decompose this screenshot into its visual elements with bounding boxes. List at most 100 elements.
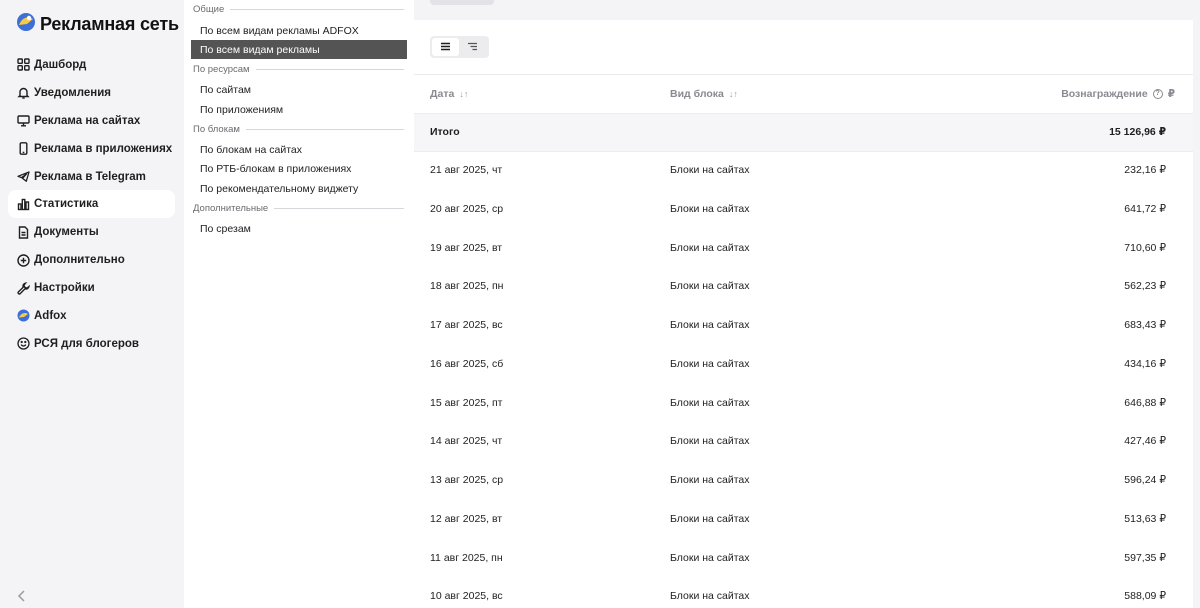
row-block-type: Блоки на сайтах [670,396,750,409]
table-row[interactable]: 15 авг 2025, пт Блоки на сайтах 646,88 ₽ [414,385,1193,424]
menu-item-by-sites[interactable]: По сайтам [191,80,407,99]
menu-item-adfox-all[interactable]: По всем видам рекламы ADFOX [191,21,407,40]
row-revenue: 646,88 ₽ [1124,396,1166,409]
wrench-icon [17,281,30,295]
row-block-type: Блоки на сайтах [670,280,750,293]
top-action-button[interactable] [430,0,494,5]
table-row[interactable]: 20 авг 2025, ср Блоки на сайтах 641,72 ₽ [414,191,1193,230]
menu-group-blocks: По блокам [193,124,404,135]
table-total-row: Итого 15 126,96 ₽ [414,114,1193,152]
table-row[interactable]: 18 авг 2025, пн Блоки на сайтах 562,23 ₽ [414,268,1193,307]
sidebar-item-label: Дашборд [34,58,87,71]
sidebar-nav: Дашборд Уведомления Реклама на сайтах Ре… [8,51,175,358]
sidebar-item-dashboard[interactable]: Дашборд [8,51,175,79]
dashboard-icon [17,58,30,72]
sidebar-item-additional[interactable]: Дополнительно [8,246,175,274]
table-row[interactable]: 16 авг 2025, сб Блоки на сайтах 434,16 ₽ [414,346,1193,385]
sidebar-item-label: Настройки [34,282,95,295]
row-revenue: 434,16 ₽ [1124,357,1166,370]
table-header: Дата ↓↑ Вид блока ↓↑ Вознаграждение ? ₽ [414,74,1193,114]
table-row[interactable]: 17 авг 2025, вс Блоки на сайтах 683,43 ₽ [414,307,1193,346]
sidebar: Рекламная сеть Дашборд Уведомления Рекла… [0,0,184,608]
sidebar-item-bloggers[interactable]: РСЯ для блогеров [8,330,175,358]
sidebar-item-apps-ads[interactable]: Реклама в приложениях [8,135,175,163]
tree-view-button[interactable] [459,38,486,56]
column-header-date[interactable]: Дата ↓↑ [430,88,468,100]
column-header-block-type[interactable]: Вид блока ↓↑ [670,88,738,100]
table-row[interactable]: 12 авг 2025, вт Блоки на сайтах 513,63 ₽ [414,501,1193,540]
sidebar-item-label: Реклама в приложениях [34,142,173,155]
help-icon[interactable]: ? [1152,89,1163,99]
report-menu: Общие По всем видам рекламы ADFOX По все… [184,0,414,608]
menu-item-by-site-blocks[interactable]: По блокам на сайтах [191,140,407,159]
sidebar-item-notifications[interactable]: Уведомления [8,79,175,107]
sidebar-item-label: Adfox [34,309,67,322]
chevron-left-icon [14,590,30,608]
sidebar-item-adfox[interactable]: Adfox [8,302,175,330]
table-row[interactable]: 10 авг 2025, вс Блоки на сайтах 588,09 ₽ [414,578,1193,608]
sidebar-item-telegram-ads[interactable]: Реклама в Telegram [8,163,175,191]
sidebar-item-sites-ads[interactable]: Реклама на сайтах [8,107,175,135]
telegram-icon [17,170,30,183]
monitor-icon [17,114,30,127]
menu-item-all-ads[interactable]: По всем видам рекламы [191,40,407,59]
menu-item-by-slices[interactable]: По срезам [191,219,407,238]
sort-icon: ↓↑ [728,89,738,99]
row-date: 17 авг 2025, вс [430,319,503,331]
row-revenue: 232,16 ₽ [1124,164,1166,176]
row-date: 20 авг 2025, ср [430,202,504,215]
row-date: 18 авг 2025, пн [430,280,504,293]
page-scrollbar[interactable] [1193,20,1200,608]
sort-icon: ↓↑ [459,89,469,99]
table-row[interactable]: 13 авг 2025, ср Блоки на сайтах 596,24 ₽ [414,462,1193,501]
total-revenue: 15 126,96 ₽ [1109,126,1166,138]
top-strip [414,0,1200,20]
row-block-type: Блоки на сайтах [670,590,750,603]
chart-icon [17,198,30,211]
row-revenue: 562,23 ₽ [1124,280,1166,293]
phone-icon [17,142,30,156]
row-block-type: Блоки на сайтах [670,202,750,215]
logo[interactable]: Рекламная сеть [16,12,179,36]
row-revenue: 710,60 ₽ [1124,241,1166,254]
row-date: 15 авг 2025, пт [430,396,503,409]
table-row[interactable]: 11 авг 2025, пн Блоки на сайтах 597,35 ₽ [414,540,1193,579]
adfox-icon [17,309,30,322]
row-revenue: 596,24 ₽ [1124,474,1166,486]
row-date: 16 авг 2025, сб [430,357,504,370]
sidebar-collapse-button[interactable] [14,588,30,604]
bell-icon [17,86,30,100]
row-date: 10 авг 2025, вс [430,590,503,603]
sidebar-item-label: Дополнительно [34,254,125,267]
column-header-revenue[interactable]: Вознаграждение ? ₽ [1061,88,1175,100]
table-row[interactable]: 14 авг 2025, чт Блоки на сайтах 427,46 ₽ [414,423,1193,462]
table-row[interactable]: 21 авг 2025, чт Блоки на сайтах 232,16 ₽ [414,152,1193,191]
list-view-icon [440,38,451,56]
plus-circle-icon [17,253,30,267]
row-revenue: 683,43 ₽ [1124,319,1166,331]
row-revenue: 597,35 ₽ [1124,551,1166,564]
view-toggle [430,36,489,58]
row-block-type: Блоки на сайтах [670,241,750,254]
sidebar-item-label: Реклама в Telegram [34,170,146,183]
row-block-type: Блоки на сайтах [670,164,750,176]
row-block-type: Блоки на сайтах [670,474,750,486]
row-date: 11 авг 2025, пн [430,551,503,564]
menu-item-by-apps[interactable]: По приложениям [191,100,407,119]
report-main: Дата ↓↑ Вид блока ↓↑ Вознаграждение ? ₽ … [414,20,1193,608]
menu-item-by-rtb-app-blocks[interactable]: По РТБ-блокам в приложениях [191,159,407,178]
table-row[interactable]: 19 авг 2025, вт Блоки на сайтах 710,60 ₽ [414,230,1193,269]
tree-view-icon [467,38,478,56]
sidebar-item-label: РСЯ для блогеров [34,337,139,350]
menu-item-by-widget[interactable]: По рекомендательному виджету [191,179,407,198]
list-view-button[interactable] [432,38,459,56]
sidebar-item-documents[interactable]: Документы [8,218,175,246]
row-block-type: Блоки на сайтах [670,551,750,564]
total-label: Итого [430,126,460,138]
row-date: 12 авг 2025, вт [430,512,503,525]
sidebar-item-label: Уведомления [34,86,111,99]
brand-name: Рекламная сеть [40,13,179,34]
sidebar-item-settings[interactable]: Настройки [8,274,175,302]
row-date: 21 авг 2025, чт [430,164,503,176]
sidebar-item-statistics[interactable]: Статистика [8,190,175,219]
